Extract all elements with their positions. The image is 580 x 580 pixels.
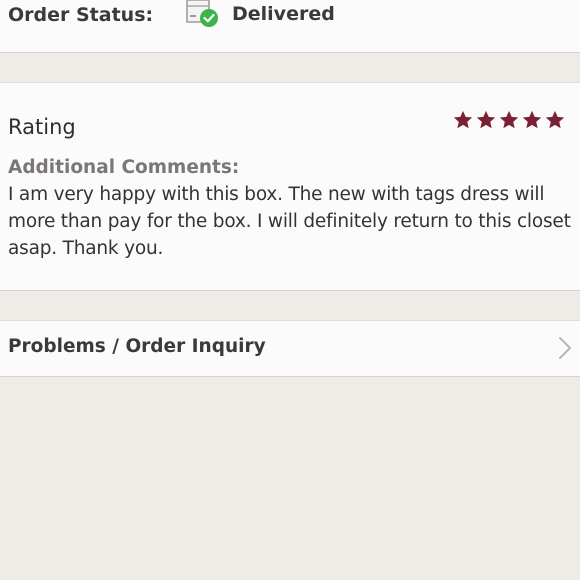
star-rating	[452, 109, 566, 131]
star-icon	[499, 110, 519, 129]
star-icon	[545, 110, 565, 129]
order-status-value: Delivered	[232, 3, 335, 25]
delivered-box-check-icon	[186, 0, 220, 30]
problems-order-inquiry-row[interactable]: Problems / Order Inquiry	[0, 320, 580, 377]
star-icon	[522, 110, 542, 129]
rating-title: Rating	[8, 115, 76, 139]
star-icon	[453, 110, 473, 129]
problems-order-inquiry-label: Problems / Order Inquiry	[8, 336, 266, 357]
additional-comments-text: I am very happy with this box. The new w…	[8, 184, 571, 259]
rating-card: Rating Additional Comments: I am very ha…	[0, 82, 580, 291]
chevron-right-icon	[558, 336, 572, 360]
additional-comments-label: Additional Comments:	[8, 157, 240, 178]
order-status-label: Order Status:	[8, 4, 154, 26]
star-icon	[476, 110, 496, 129]
order-status-card: Order Status: Delivered	[0, 0, 580, 53]
